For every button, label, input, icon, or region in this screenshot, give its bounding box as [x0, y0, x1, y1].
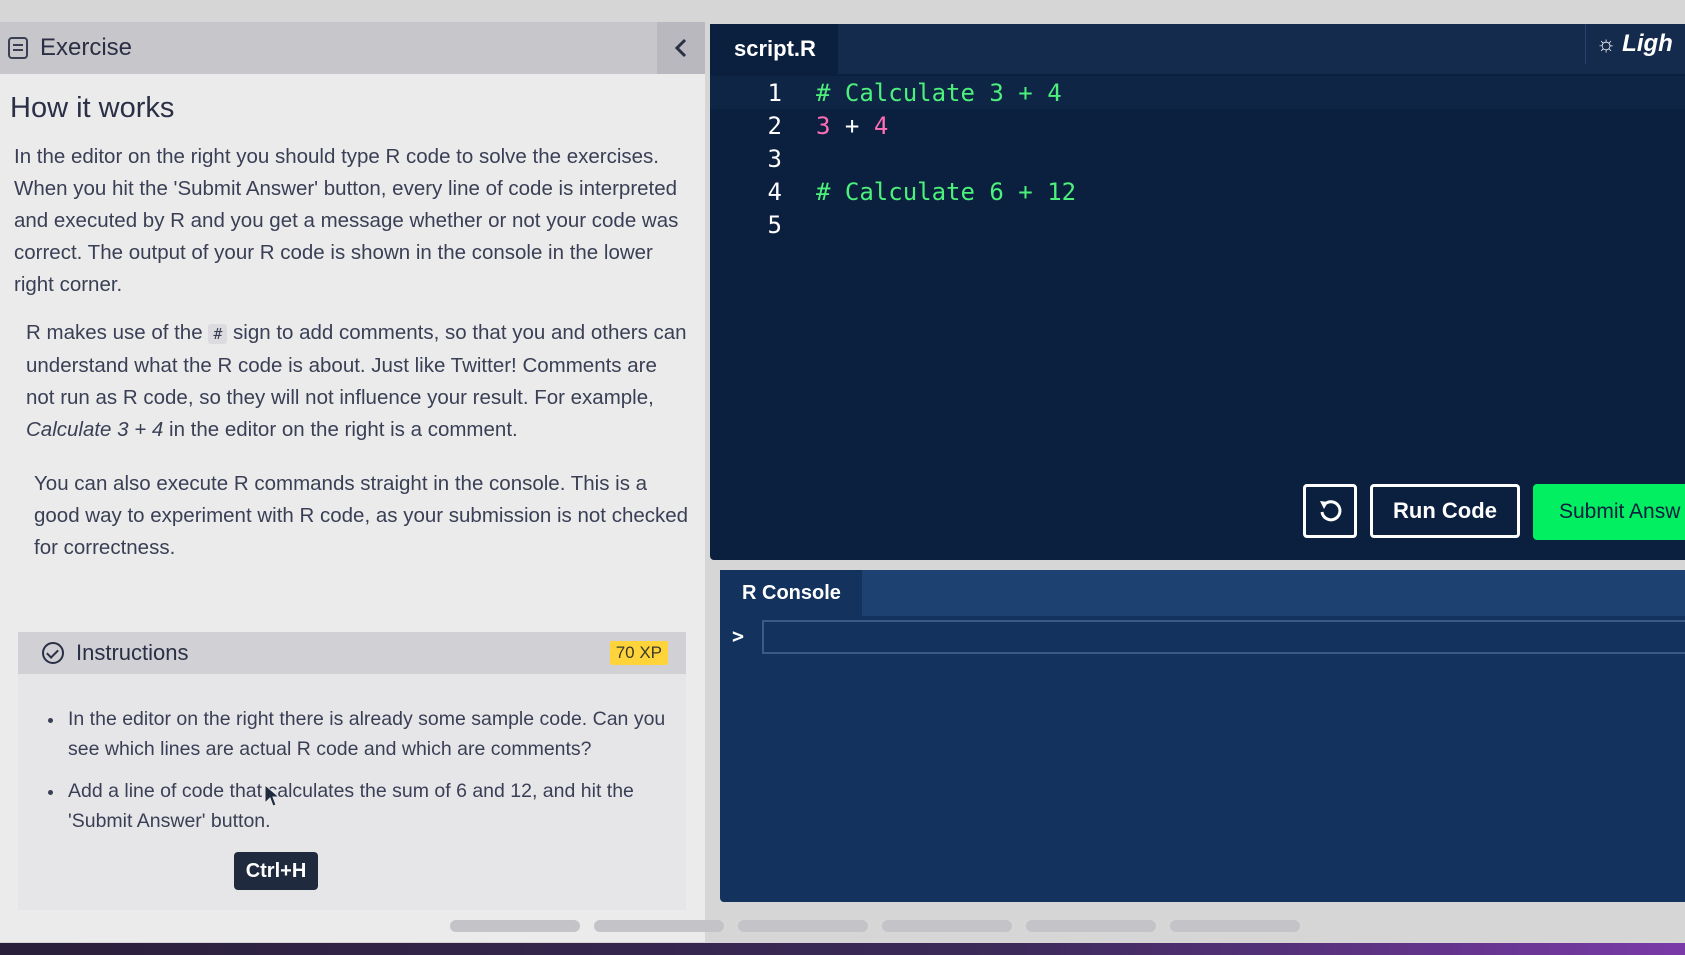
code-line-3[interactable]: 3: [710, 142, 1685, 175]
exercise-content: How it works In the editor on the right …: [10, 92, 690, 564]
code-area[interactable]: 1 # Calculate 3 + 4 2 3 + 4 3 4 # Calcul…: [710, 76, 1685, 241]
xp-badge: 70 XP: [609, 641, 668, 665]
line-number: 1: [767, 78, 782, 107]
paragraph-comments-text-a: R makes use of the: [26, 321, 209, 344]
inline-code-hash: #: [208, 324, 228, 344]
reset-code-button[interactable]: [1303, 484, 1357, 538]
shortcut-tooltip: Ctrl+H: [234, 852, 318, 890]
code-editor: script.R ☼ Ligh 1 # Calculate 3 + 4 2 3 …: [710, 24, 1685, 560]
instruction-item: Add a line of code that calculates the s…: [46, 776, 696, 836]
page-dash[interactable]: [450, 920, 580, 932]
line-number: 4: [767, 177, 782, 206]
page-dash[interactable]: [1026, 920, 1156, 932]
screen: Exercise How it works In the editor on t…: [0, 0, 1685, 955]
paragraph-comments: R makes use of the # sign to add comment…: [10, 317, 690, 446]
code-line-1[interactable]: 1 # Calculate 3 + 4: [710, 76, 1685, 109]
instructions-body: In the editor on the right there is alre…: [18, 674, 686, 910]
code-line-2[interactable]: 2 3 + 4: [710, 109, 1685, 142]
run-code-button[interactable]: Run Code: [1370, 484, 1520, 538]
paragraph-how-it-works: In the editor on the right you should ty…: [14, 145, 679, 296]
page-dash[interactable]: [594, 920, 724, 932]
tab-r-console[interactable]: R Console: [720, 570, 862, 616]
check-circle-icon: [42, 642, 64, 664]
tab-script-r[interactable]: script.R: [710, 24, 838, 74]
code-text: 3 + 4: [816, 112, 888, 140]
page-dash[interactable]: [882, 920, 1012, 932]
page-dash[interactable]: [1170, 920, 1300, 932]
document-icon: [8, 37, 28, 59]
instruction-item: In the editor on the right there is alre…: [46, 704, 696, 764]
instructions-label: Instructions: [76, 640, 189, 665]
operator-token: +: [830, 111, 874, 140]
exercise-title: Exercise: [40, 34, 133, 61]
pagination-indicator: [450, 920, 1300, 932]
line-number: 5: [767, 210, 782, 239]
reset-icon: [1320, 500, 1342, 522]
exercise-header: Exercise: [0, 22, 705, 74]
console-input[interactable]: [762, 620, 1685, 654]
mouse-cursor-icon: [264, 784, 280, 807]
theme-label: Ligh: [1622, 30, 1673, 57]
code-line-4[interactable]: 4 # Calculate 6 + 12: [710, 175, 1685, 208]
editor-tab-bar: script.R ☼ Ligh: [710, 24, 1685, 74]
sun-icon: ☼: [1596, 31, 1617, 56]
collapse-panel-button[interactable]: [657, 22, 705, 74]
instructions-header: Instructions 70 XP: [18, 632, 686, 674]
code-line-5[interactable]: 5: [710, 208, 1685, 241]
line-number: 3: [767, 144, 782, 173]
paragraph-comments-text-c: in the editor on the right is a comment.: [163, 418, 518, 441]
chevron-left-icon: [674, 38, 687, 58]
page-dash[interactable]: [738, 920, 868, 932]
paragraph-comments-emphasis: Calculate 3 + 4: [26, 418, 164, 441]
line-number: 2: [767, 111, 782, 140]
section-heading: How it works: [10, 92, 175, 124]
code-text: # Calculate 3 + 4: [816, 78, 1062, 107]
number-token: 4: [873, 111, 889, 140]
r-console: R Console >: [720, 570, 1685, 902]
instructions-list: In the editor on the right there is alre…: [18, 674, 686, 836]
exercise-panel: Exercise How it works In the editor on t…: [0, 22, 705, 942]
taskbar-strip: [0, 943, 1685, 955]
number-token: 3: [816, 111, 831, 140]
console-prompt: >: [732, 624, 745, 648]
submit-answer-button[interactable]: Submit Answ: [1533, 484, 1685, 540]
editor-actions: Run Code Submit Answ: [710, 484, 1685, 542]
paragraph-console: You can also execute R commands straight…: [34, 472, 689, 559]
console-tab-bar: R Console: [720, 570, 1685, 616]
theme-toggle-button[interactable]: ☼ Ligh: [1585, 24, 1685, 64]
code-text: # Calculate 6 + 12: [816, 177, 1077, 206]
